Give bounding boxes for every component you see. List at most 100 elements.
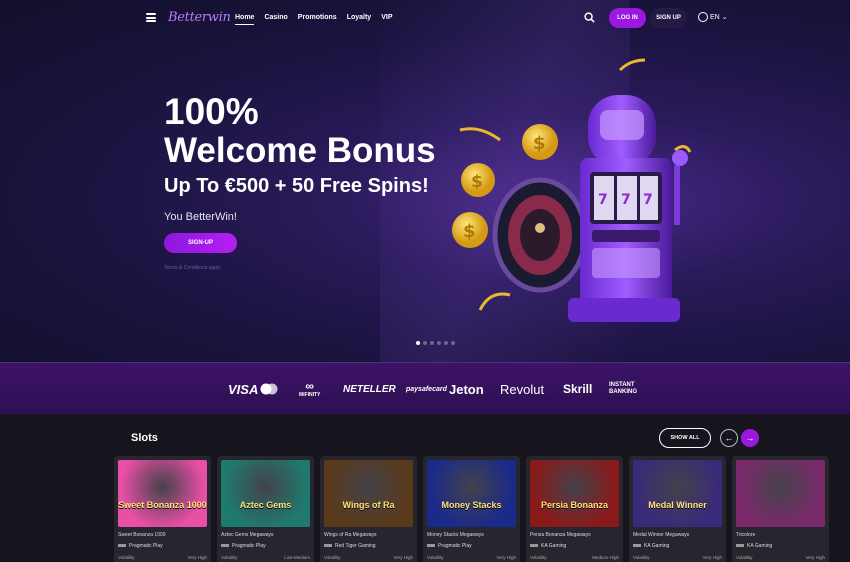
provider-icon — [118, 544, 126, 548]
carousel-dot[interactable] — [416, 341, 420, 345]
menu-icon[interactable] — [146, 13, 156, 22]
payment-revolut: Revolut — [500, 381, 545, 397]
search-icon[interactable] — [584, 12, 595, 23]
game-volatility: Volatility Very High — [633, 555, 722, 560]
svg-text:7: 7 — [598, 192, 608, 208]
svg-text:$: $ — [533, 133, 546, 154]
game-name: Aztec Gems Megaways — [221, 532, 274, 538]
game-card[interactable]: Persia Bonanza Persia Bonanza Megaways KA … — [526, 456, 623, 562]
slots-section: Slots SHOW ALL ← → Sweet Bonanza 1000 Swe… — [0, 414, 850, 562]
game-card[interactable]: Sweet Bonanza 1000 Sweet Bonanza 1000 Prag… — [114, 456, 211, 562]
game-thumbnail[interactable]: Money Stacks — [427, 460, 516, 527]
globe-icon — [698, 12, 708, 22]
game-volatility: Volatility Medium-High — [530, 555, 619, 560]
nav-home[interactable]: Home — [235, 14, 255, 25]
game-art-title: Medal Winner — [648, 500, 707, 510]
game-provider: KA Gaming — [736, 543, 772, 549]
payment-neteller: NETELLER — [343, 383, 396, 395]
arrow-right-icon[interactable]: → — [741, 429, 759, 447]
game-volatility: Volatility Very High — [324, 555, 413, 560]
nav-loyalty[interactable]: Loyalty — [347, 14, 372, 25]
svg-text:$: $ — [463, 221, 476, 242]
game-provider: Pragmatic Play — [221, 543, 266, 549]
game-card[interactable]: Aztec Gems Aztec Gems Megaways Pragmatic P… — [217, 456, 314, 562]
game-name: Sweet Bonanza 1000 — [118, 532, 166, 538]
game-name: Money Stacks Megaways — [427, 532, 484, 538]
carousel-dot[interactable] — [451, 341, 455, 345]
game-art-title: Aztec Gems — [239, 500, 292, 510]
terms-link[interactable]: Terms & Conditions apply — [164, 265, 221, 271]
game-provider: KA Gaming — [633, 543, 669, 549]
carousel-dot[interactable] — [444, 341, 448, 345]
game-thumbnail[interactable]: Aztec Gems — [221, 460, 310, 527]
payment-instant-banking: INSTANT BANKING — [609, 382, 637, 395]
login-button[interactable]: LOG IN — [609, 8, 646, 28]
provider-icon — [736, 544, 744, 548]
game-art-title: Money Stacks — [441, 500, 502, 510]
game-volatility: Volatility Very High — [427, 555, 516, 560]
game-thumbnail[interactable]: Persia Bonanza — [530, 460, 619, 527]
payment-jeton: Jeton — [449, 381, 484, 397]
game-thumbnail[interactable]: Sweet Bonanza 1000 — [118, 460, 207, 527]
game-name: Tricolore — [736, 532, 756, 538]
hero-subtitle: You BetterWin! — [164, 211, 237, 223]
carousel-dot[interactable] — [423, 341, 427, 345]
payment-paysafecard: paysafecard — [406, 385, 447, 393]
game-card[interactable]: Money Stacks Money Stacks Megaways Pragmat… — [423, 456, 520, 562]
hero-offer: Up To €500 + 50 Free Spins! — [164, 175, 429, 197]
nav-promotions[interactable]: Promotions — [298, 14, 337, 25]
game-art-title: Sweet Bonanza 1000 — [118, 500, 207, 510]
show-all-button[interactable]: SHOW ALL — [659, 428, 711, 448]
game-card[interactable]: Medal Winner Medal Winner Megaways KA Gami… — [629, 456, 726, 562]
page: Betterwin Home Casino Promotions Loyalty… — [0, 0, 850, 562]
game-card[interactable]: Wings of Ra Wings of Ra Megaways Red Tiger… — [320, 456, 417, 562]
payment-mifinity: ∞ MiFINITY — [299, 379, 321, 398]
hero-headline-percent: 100% — [164, 91, 259, 132]
game-name: Wings of Ra Megaways — [324, 532, 377, 538]
svg-text:7: 7 — [621, 192, 631, 208]
slot-machine-illustration: 7 7 7 $ $ $ — [452, 58, 692, 322]
game-volatility: Volatility Low-Medium — [221, 555, 310, 560]
nav-vip[interactable]: VIP — [381, 14, 392, 25]
game-name: Medal Winner Megaways — [633, 532, 690, 538]
game-thumbnail[interactable] — [736, 460, 825, 527]
provider-icon — [427, 544, 435, 548]
game-card[interactable]: Tricolore KA Gaming Volatility Very High — [732, 456, 829, 562]
game-art-title: Wings of Ra — [342, 500, 395, 510]
chevron-down-icon: ⌄ — [721, 14, 728, 21]
game-art-title: Persia Bonanza — [540, 500, 609, 510]
game-volatility: Volatility Very High — [118, 555, 207, 560]
arrow-left-icon[interactable]: ← — [720, 429, 738, 447]
top-nav: Betterwin Home Casino Promotions Loyalty… — [0, 0, 850, 38]
provider-icon — [530, 544, 538, 548]
carousel-dot[interactable] — [437, 341, 441, 345]
game-volatility: Volatility Very High — [736, 555, 825, 560]
game-name: Persia Bonanza Megaways — [530, 532, 591, 538]
language-selector[interactable]: EN ⌄ — [698, 12, 728, 22]
carousel-dots — [416, 341, 455, 345]
nav-casino[interactable]: Casino — [264, 14, 287, 25]
payment-methods-strip: VISA ∞ MiFINITY NETELLER paysafecard Jeto… — [0, 362, 850, 414]
mastercard-icon — [260, 383, 278, 395]
section-title: Slots — [131, 432, 158, 444]
hero-banner: Betterwin Home Casino Promotions Loyalty… — [0, 0, 850, 362]
game-thumbnail[interactable]: Wings of Ra — [324, 460, 413, 527]
game-provider: Pragmatic Play — [118, 543, 163, 549]
provider-icon — [324, 544, 332, 548]
carousel-dot[interactable] — [430, 341, 434, 345]
hero-signup-button[interactable]: SIGN-UP — [164, 233, 237, 253]
nav-links: Home Casino Promotions Loyalty VIP — [235, 14, 393, 25]
hero-headline: Welcome Bonus — [164, 131, 436, 170]
game-provider: Red Tiger Gaming — [324, 543, 376, 549]
svg-text:7: 7 — [643, 192, 653, 208]
provider-icon — [221, 544, 229, 548]
payment-visa: VISA — [228, 363, 278, 415]
game-provider: Pragmatic Play — [427, 543, 472, 549]
provider-icon — [633, 544, 641, 548]
game-provider: KA Gaming — [530, 543, 566, 549]
game-thumbnail[interactable]: Medal Winner — [633, 460, 722, 527]
signup-button[interactable]: SIGN UP — [650, 8, 687, 28]
payment-skrill: Skrill — [563, 382, 593, 396]
language-label: EN — [710, 13, 720, 21]
logo[interactable]: Betterwin — [168, 10, 231, 25]
